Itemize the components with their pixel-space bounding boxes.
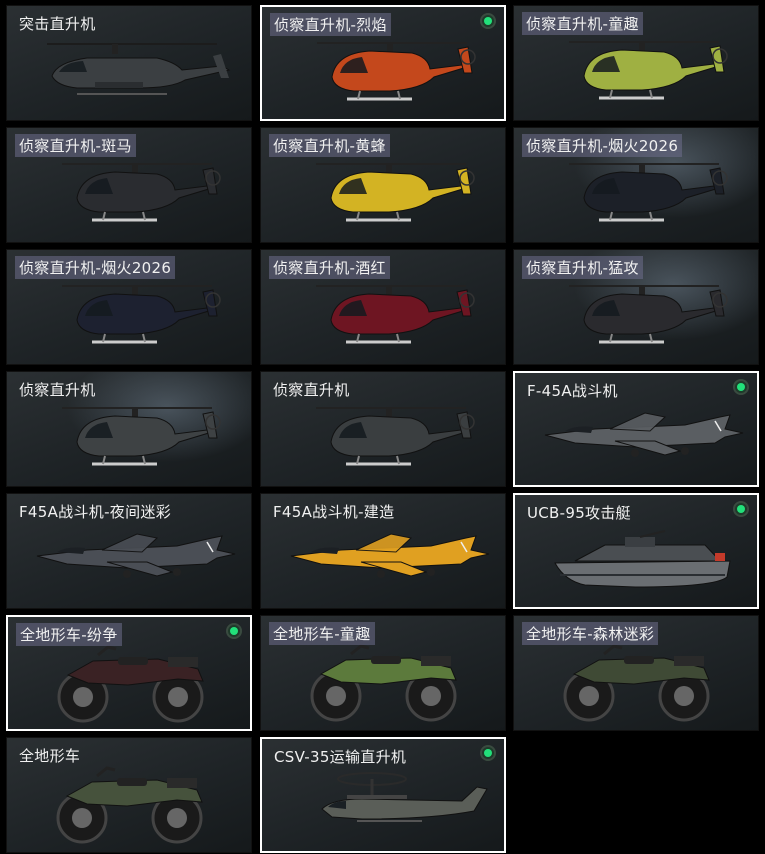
- vehicle-card[interactable]: F45A战斗机-建造: [260, 493, 506, 609]
- vehicle-name: 侦察直升机-酒红: [269, 256, 390, 279]
- vehicle-card[interactable]: 突击直升机: [6, 5, 252, 121]
- vehicle-name: 侦察直升机-斑马: [15, 134, 136, 157]
- vehicle-card[interactable]: F45A战斗机-夜间迷彩: [6, 493, 252, 609]
- vehicle-name: 全地形车: [19, 747, 81, 765]
- vehicle-name: 侦察直升机-烈焰: [270, 13, 391, 36]
- vehicle-card[interactable]: UCB-95攻击艇: [513, 493, 759, 609]
- vehicle-card[interactable]: 侦察直升机: [6, 371, 252, 487]
- owned-indicator-icon: [480, 745, 496, 761]
- vehicle-name: 侦察直升机-烟火2026: [15, 256, 176, 279]
- vehicle-card[interactable]: 侦察直升机-烈焰: [260, 5, 506, 121]
- owned-indicator-icon: [480, 13, 496, 29]
- vehicle-name: F45A战斗机-建造: [273, 503, 395, 521]
- vehicle-skin-grid: 突击直升机 侦察直升机-烈焰 侦察直升机-童趣 侦察直升机-斑马 侦察直升机-黄…: [0, 0, 765, 854]
- vehicle-card[interactable]: 全地形车-童趣: [260, 615, 506, 731]
- vehicle-card[interactable]: 侦察直升机: [260, 371, 506, 487]
- owned-indicator-icon: [733, 501, 749, 517]
- vehicle-card[interactable]: 侦察直升机-斑马: [6, 127, 252, 243]
- vehicle-name: 侦察直升机-黄蜂: [269, 134, 390, 157]
- vehicle-name: 全地形车-纷争: [16, 623, 122, 646]
- vehicle-card[interactable]: 侦察直升机-猛攻: [513, 249, 759, 365]
- vehicle-card[interactable]: 侦察直升机-酒红: [260, 249, 506, 365]
- vehicle-name: 侦察直升机-猛攻: [522, 256, 643, 279]
- vehicle-card[interactable]: 侦察直升机-童趣: [513, 5, 759, 121]
- owned-indicator-icon: [733, 379, 749, 395]
- vehicle-card[interactable]: 侦察直升机-黄蜂: [260, 127, 506, 243]
- vehicle-card[interactable]: 全地形车-纷争: [6, 615, 252, 731]
- vehicle-name: 全地形车-童趣: [269, 622, 375, 645]
- vehicle-card[interactable]: 全地形车: [6, 737, 252, 853]
- vehicle-card[interactable]: 侦察直升机-烟火2026: [513, 127, 759, 243]
- vehicle-name: 侦察直升机-童趣: [522, 12, 643, 35]
- vehicle-card[interactable]: F-45A战斗机: [513, 371, 759, 487]
- vehicle-card[interactable]: 侦察直升机-烟火2026: [6, 249, 252, 365]
- vehicle-name: 侦察直升机: [19, 381, 96, 399]
- vehicle-name: 侦察直升机-烟火2026: [522, 134, 683, 157]
- vehicle-name: F-45A战斗机: [527, 382, 618, 400]
- vehicle-card[interactable]: CSV-35运输直升机: [260, 737, 506, 853]
- vehicle-name: 侦察直升机: [273, 381, 350, 399]
- vehicle-card[interactable]: 全地形车-森林迷彩: [513, 615, 759, 731]
- vehicle-name: UCB-95攻击艇: [527, 504, 631, 522]
- vehicle-name: CSV-35运输直升机: [274, 748, 407, 766]
- owned-indicator-icon: [226, 623, 242, 639]
- vehicle-name: F45A战斗机-夜间迷彩: [19, 503, 171, 521]
- vehicle-name: 突击直升机: [19, 15, 96, 33]
- vehicle-name: 全地形车-森林迷彩: [522, 622, 659, 645]
